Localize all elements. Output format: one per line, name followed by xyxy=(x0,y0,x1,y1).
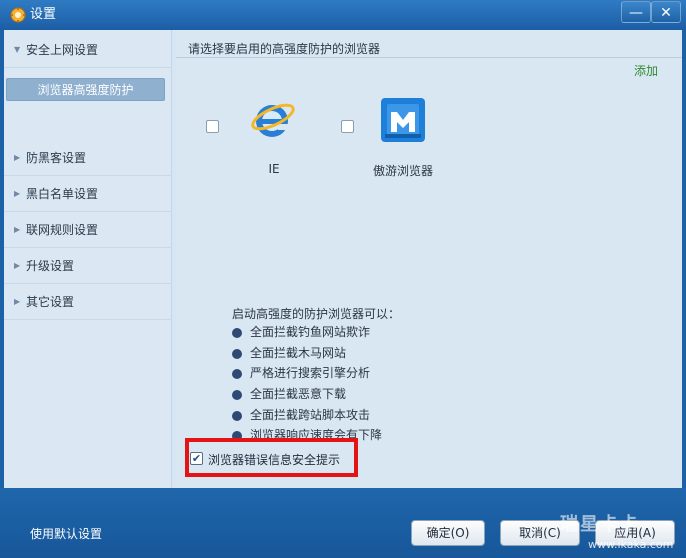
bullet-icon xyxy=(232,389,242,400)
client-area: ▼ 安全上网设置 浏览器高强度防护 ▶ 防黑客设置 ▶ 黑白名单设置 ▶ 联网规… xyxy=(4,30,682,488)
footer-bar: 使用默认设置 确定(O) 取消(C) 应用(A) 瑞星卡卡 www.ikaka.… xyxy=(0,488,686,558)
watermark: 瑞星卡卡 www.ikaka.com xyxy=(560,510,686,558)
maxthon-icon xyxy=(381,98,425,142)
section-header: 请选择要启用的高强度防护的浏览器 xyxy=(176,40,682,58)
close-button[interactable]: ✕ xyxy=(651,1,681,23)
gear-icon xyxy=(10,7,26,23)
chevron-right-icon: ▶ xyxy=(14,189,21,198)
section-title: 请选择要启用的高强度防护的浏览器 xyxy=(188,42,381,56)
chevron-right-icon: ▶ xyxy=(14,225,21,234)
feature-item: 全面拦截跨站脚本攻击 xyxy=(232,405,370,425)
error-alert-checkbox[interactable]: ✔ xyxy=(190,452,203,465)
bullet-icon xyxy=(232,348,242,359)
nav-label: 联网规则设置 xyxy=(26,223,99,237)
nav-network-rules[interactable]: ▶ 联网规则设置 xyxy=(4,212,172,248)
maxthon-checkbox[interactable] xyxy=(341,120,354,133)
ok-button[interactable]: 确定(O) xyxy=(411,520,485,546)
ie-checkbox[interactable] xyxy=(206,120,219,133)
chevron-right-icon: ▶ xyxy=(14,153,21,162)
watermark-text: 瑞星卡卡 xyxy=(560,514,640,535)
chevron-down-icon: ▼ xyxy=(14,45,21,54)
add-link[interactable]: 添加 xyxy=(634,62,658,79)
chevron-right-icon: ▶ xyxy=(14,297,21,306)
error-alert-label[interactable]: 浏览器错误信息安全提示 xyxy=(208,451,340,468)
title-bar: 设置 — ✕ xyxy=(0,0,686,30)
bullet-icon xyxy=(232,410,242,421)
nav-black-white-list[interactable]: ▶ 黑白名单设置 xyxy=(4,176,172,212)
chevron-right-icon: ▶ xyxy=(14,261,21,270)
nav-label: 防黑客设置 xyxy=(26,151,87,165)
nav-anti-hacker[interactable]: ▶ 防黑客设置 xyxy=(4,140,172,176)
nav-safe-browsing[interactable]: ▼ 安全上网设置 xyxy=(4,32,172,68)
ie-icon xyxy=(251,103,295,137)
window-title: 设置 xyxy=(30,7,57,22)
feature-item: 全面拦截恶意下载 xyxy=(232,384,346,404)
sidebar: ▼ 安全上网设置 浏览器高强度防护 ▶ 防黑客设置 ▶ 黑白名单设置 ▶ 联网规… xyxy=(4,30,172,488)
minimize-button[interactable]: — xyxy=(621,1,651,23)
protection-description: 启动高强度的防护浏览器可以： xyxy=(232,307,401,321)
ie-label: IE xyxy=(268,162,280,176)
use-defaults-link[interactable]: 使用默认设置 xyxy=(30,525,102,542)
nav-upgrade[interactable]: ▶ 升级设置 xyxy=(4,248,172,284)
watermark-url: www.ikaka.com xyxy=(588,538,674,551)
nav-sub-browser-protection[interactable]: 浏览器高强度防护 xyxy=(6,78,165,101)
nav-label: 黑白名单设置 xyxy=(26,187,99,201)
feature-item: 全面拦截木马网站 xyxy=(232,343,346,363)
nav-label: 其它设置 xyxy=(26,295,75,309)
feature-item: 全面拦截钓鱼网站欺诈 xyxy=(232,322,370,342)
bullet-icon xyxy=(232,327,242,338)
nav-other[interactable]: ▶ 其它设置 xyxy=(4,284,172,320)
feature-item: 严格进行搜索引擎分析 xyxy=(232,363,370,383)
nav-label: 安全上网设置 xyxy=(26,43,99,57)
bullet-icon xyxy=(232,368,242,379)
maxthon-label: 傲游浏览器 xyxy=(372,164,433,178)
nav-label: 升级设置 xyxy=(26,259,75,273)
main-panel: 请选择要启用的高强度防护的浏览器 添加 IE 傲游浏览器 启动高强度的防护浏览器… xyxy=(176,30,682,488)
